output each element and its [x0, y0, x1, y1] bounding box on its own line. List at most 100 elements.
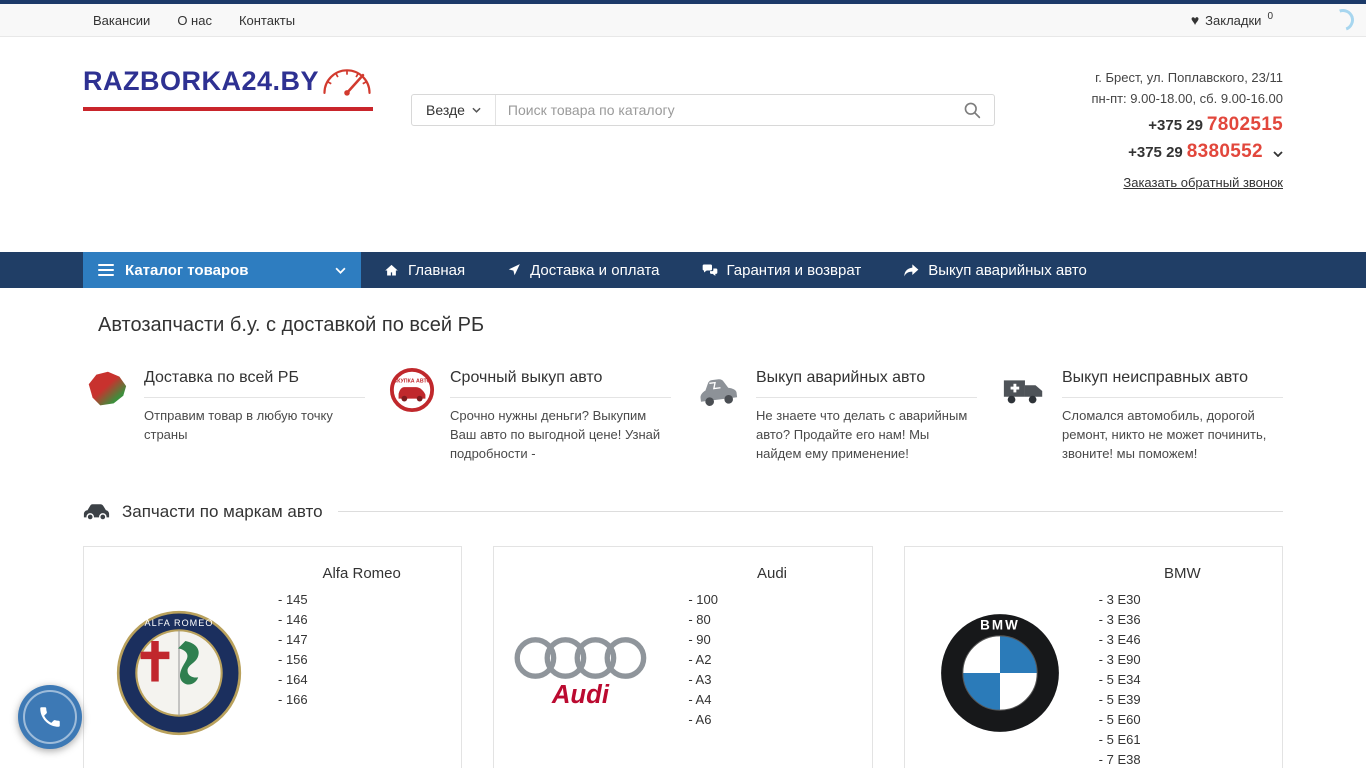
phone-link-2[interactable]: +375 298380552 — [1092, 141, 1283, 163]
svg-text:BMW: BMW — [980, 618, 1020, 633]
phone-prefix-2: +375 29 — [1128, 144, 1183, 161]
feature-accident-buyout: Выкуп аварийных авто Не знаете что делат… — [695, 367, 977, 464]
model-list: - 100 - 80 - 90 - A2 - A3 - A4 - A6 — [688, 590, 855, 730]
logo[interactable]: RAZBORKA24.BY — [83, 67, 373, 111]
model-link[interactable]: - 164 — [278, 670, 445, 690]
svg-text:Audi: Audi — [551, 681, 610, 709]
topbar-link-about[interactable]: О нас — [177, 13, 212, 28]
belarus-map-icon — [83, 367, 129, 413]
store-address: г. Брест, ул. Поплавского, 23/11 — [1092, 67, 1283, 88]
brand-info: Audi - 100 - 80 - 90 - A2 - A3 - A4 - A6 — [674, 557, 861, 768]
chevron-down-icon — [335, 267, 346, 274]
model-link[interactable]: - 80 — [688, 610, 855, 630]
feature-text: Сломался автомобиль, дорогой ремонт, ник… — [1062, 407, 1283, 464]
page-title: Автозапчасти б.у. с доставкой по всей РБ — [83, 314, 1283, 337]
audi-logo[interactable]: Audi — [504, 557, 674, 768]
model-link[interactable]: - 90 — [688, 630, 855, 650]
phone-dropdown-chevron-icon[interactable] — [1273, 144, 1283, 161]
site-header: RAZBORKA24.BY Везде г. Брест, ул. Поплав… — [83, 37, 1283, 252]
search-bar: Везде — [411, 94, 995, 126]
magnifier-icon — [963, 101, 981, 119]
brands-grid: ALFA ROMEO Alfa Romeo - 145 - 146 - 147 … — [83, 546, 1283, 768]
section-divider — [338, 511, 1283, 512]
hamburger-icon — [98, 264, 114, 276]
bookmarks-label: Закладки — [1205, 13, 1261, 28]
search-button[interactable] — [950, 95, 994, 125]
bookmarks-link[interactable]: ♥ Закладки 0 — [1191, 13, 1273, 28]
model-link[interactable]: - 3 Е36 — [1099, 610, 1266, 630]
svg-text:ALFA ROMEO: ALFA ROMEO — [145, 618, 214, 628]
model-link[interactable]: - 145 — [278, 590, 445, 610]
share-arrow-icon — [903, 263, 919, 277]
working-hours: пн-пт: 9.00-18.00, сб. 9.00-16.00 — [1092, 88, 1283, 109]
catalog-button[interactable]: Каталог товаров — [83, 252, 361, 288]
model-link[interactable]: - 5 Е60 — [1099, 710, 1266, 730]
model-link[interactable]: - 5 Е39 — [1099, 690, 1266, 710]
brand-info: BMW - 3 Е30 - 3 Е36 - 3 Е46 - 3 Е90 - 5 … — [1085, 557, 1272, 768]
feature-title: Доставка по всей РБ — [144, 367, 365, 398]
model-link[interactable]: - A3 — [688, 670, 855, 690]
model-link[interactable]: - A4 — [688, 690, 855, 710]
nav-item-label: Выкуп аварийных авто — [928, 262, 1087, 279]
model-link[interactable]: - 147 — [278, 630, 445, 650]
topbar-link-contacts[interactable]: Контакты — [239, 13, 295, 28]
contact-block: г. Брест, ул. Поплавского, 23/11 пн-пт: … — [1092, 67, 1283, 193]
topbar-links: Вакансии О нас Контакты — [93, 13, 295, 28]
main-content: Автозапчасти б.у. с доставкой по всей РБ… — [83, 314, 1283, 768]
model-link[interactable]: - 166 — [278, 690, 445, 710]
brand-card-bmw: BMW BMW - 3 Е30 - 3 Е36 - 3 Е46 - 3 Е90 … — [904, 546, 1283, 768]
phone-fab-button[interactable] — [18, 685, 82, 749]
brands-section-title: Запчасти по маркам авто — [122, 502, 323, 522]
model-link[interactable]: - A2 — [688, 650, 855, 670]
location-arrow-icon — [507, 263, 521, 277]
phone-prefix-1: +375 29 — [1148, 117, 1203, 134]
phone-number-1: 7802515 — [1207, 114, 1283, 135]
search-category-value: Везде — [426, 102, 465, 118]
model-link[interactable]: - 3 Е90 — [1099, 650, 1266, 670]
bookmarks-count: 0 — [1267, 11, 1273, 22]
nav-item-warranty[interactable]: Гарантия и возврат — [681, 252, 883, 288]
feature-text: Срочно нужны деньги? Выкупим Ваш авто по… — [450, 407, 671, 464]
feature-delivery: Доставка по всей РБ Отправим товар в люб… — [83, 367, 365, 464]
car-buyout-badge-icon: СКУПКА АВТО — [389, 367, 435, 413]
model-link[interactable]: - 146 — [278, 610, 445, 630]
model-list: - 145 - 146 - 147 - 156 - 164 - 166 — [278, 590, 445, 710]
feature-title: Срочный выкуп авто — [450, 367, 671, 398]
speedometer-icon — [321, 57, 373, 101]
feature-text: Не знаете что делать с аварийным авто? П… — [756, 407, 977, 464]
loading-spinner — [1328, 5, 1357, 34]
model-link[interactable]: - 3 Е46 — [1099, 630, 1266, 650]
top-bar: Вакансии О нас Контакты ♥ Закладки 0 — [0, 4, 1366, 37]
model-link[interactable]: - 5 Е61 — [1099, 730, 1266, 750]
model-list: - 3 Е30 - 3 Е36 - 3 Е46 - 3 Е90 - 5 Е34 … — [1099, 590, 1266, 768]
bmw-logo[interactable]: BMW — [915, 557, 1085, 768]
topbar-link-vacancies[interactable]: Вакансии — [93, 13, 150, 28]
brand-info: Alfa Romeo - 145 - 146 - 147 - 156 - 164… — [264, 557, 451, 768]
search-input[interactable] — [496, 102, 950, 118]
model-link[interactable]: - A6 — [688, 710, 855, 730]
logo-text: RAZBORKA24.BY — [83, 67, 319, 97]
nav-item-delivery[interactable]: Доставка и оплата — [486, 252, 680, 288]
nav-item-label: Главная — [408, 262, 465, 279]
search-category-dropdown[interactable]: Везде — [412, 95, 496, 125]
model-link[interactable]: - 3 Е30 — [1099, 590, 1266, 610]
model-link[interactable]: - 5 Е34 — [1099, 670, 1266, 690]
model-link[interactable]: - 156 — [278, 650, 445, 670]
model-link[interactable]: - 100 — [688, 590, 855, 610]
phone-link-1[interactable]: +375 297802515 — [1092, 114, 1283, 136]
alfa-romeo-logo[interactable]: ALFA ROMEO — [94, 557, 264, 768]
nav-item-label: Гарантия и возврат — [727, 262, 862, 279]
brand-name[interactable]: BMW — [1099, 565, 1266, 582]
crashed-car-icon — [695, 367, 741, 413]
model-link[interactable]: - 7 Е38 — [1099, 750, 1266, 768]
brands-section-header: Запчасти по маркам авто — [83, 502, 1283, 522]
brand-name[interactable]: Alfa Romeo — [278, 565, 445, 582]
phone-icon — [37, 704, 63, 730]
nav-item-home[interactable]: Главная — [363, 252, 486, 288]
feature-title: Выкуп аварийных авто — [756, 367, 977, 398]
brand-card-alfa-romeo: ALFA ROMEO Alfa Romeo - 145 - 146 - 147 … — [83, 546, 462, 768]
callback-link[interactable]: Заказать обратный звонок — [1123, 172, 1283, 193]
nav-item-accident-buyout[interactable]: Выкуп аварийных авто — [882, 252, 1108, 288]
comments-icon — [702, 263, 718, 278]
brand-name[interactable]: Audi — [688, 565, 855, 582]
